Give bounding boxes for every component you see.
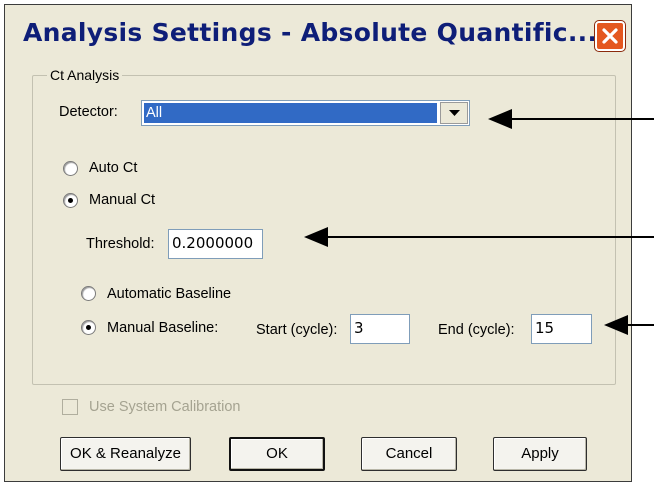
auto-ct-label: Auto Ct xyxy=(89,160,138,176)
ok-button[interactable]: OK xyxy=(229,437,325,471)
callout-arrow-icon xyxy=(604,315,654,335)
dropdown-arrow-icon xyxy=(449,110,460,116)
apply-button[interactable]: Apply xyxy=(493,437,587,471)
callout-arrow-icon xyxy=(488,109,654,129)
detector-selected-value: All xyxy=(144,103,437,123)
end-cycle-label: End (cycle): xyxy=(438,322,515,338)
auto-ct-radio[interactable] xyxy=(63,161,78,176)
start-cycle-input[interactable]: 3 xyxy=(350,314,410,344)
detector-label: Detector: xyxy=(59,104,118,120)
window-title: Analysis Settings - Absolute Quantific..… xyxy=(23,18,598,47)
ok-reanalyze-button[interactable]: OK & Reanalyze xyxy=(60,437,191,471)
close-icon xyxy=(602,28,618,44)
start-cycle-label: Start (cycle): xyxy=(256,322,338,338)
callout-arrow-icon xyxy=(304,227,654,247)
dropdown-button[interactable] xyxy=(440,102,468,124)
end-cycle-input[interactable]: 15 xyxy=(531,314,592,344)
cancel-button[interactable]: Cancel xyxy=(361,437,457,471)
manual-baseline-label: Manual Baseline: xyxy=(107,320,219,336)
use-system-calibration-checkbox[interactable] xyxy=(62,399,78,415)
close-button[interactable] xyxy=(595,21,625,51)
automatic-baseline-label: Automatic Baseline xyxy=(107,286,232,302)
detector-select[interactable]: All xyxy=(141,100,470,126)
manual-ct-label: Manual Ct xyxy=(89,192,156,208)
manual-baseline-radio[interactable] xyxy=(81,320,96,335)
use-system-calibration-label: Use System Calibration xyxy=(89,399,241,415)
threshold-label: Threshold: xyxy=(86,236,155,252)
title-bar[interactable]: Analysis Settings - Absolute Quantific..… xyxy=(5,5,631,67)
threshold-input[interactable]: 0.2000000 xyxy=(168,229,263,259)
manual-ct-radio[interactable] xyxy=(63,193,78,208)
ct-analysis-legend: Ct Analysis xyxy=(47,67,123,83)
automatic-baseline-radio[interactable] xyxy=(81,286,96,301)
